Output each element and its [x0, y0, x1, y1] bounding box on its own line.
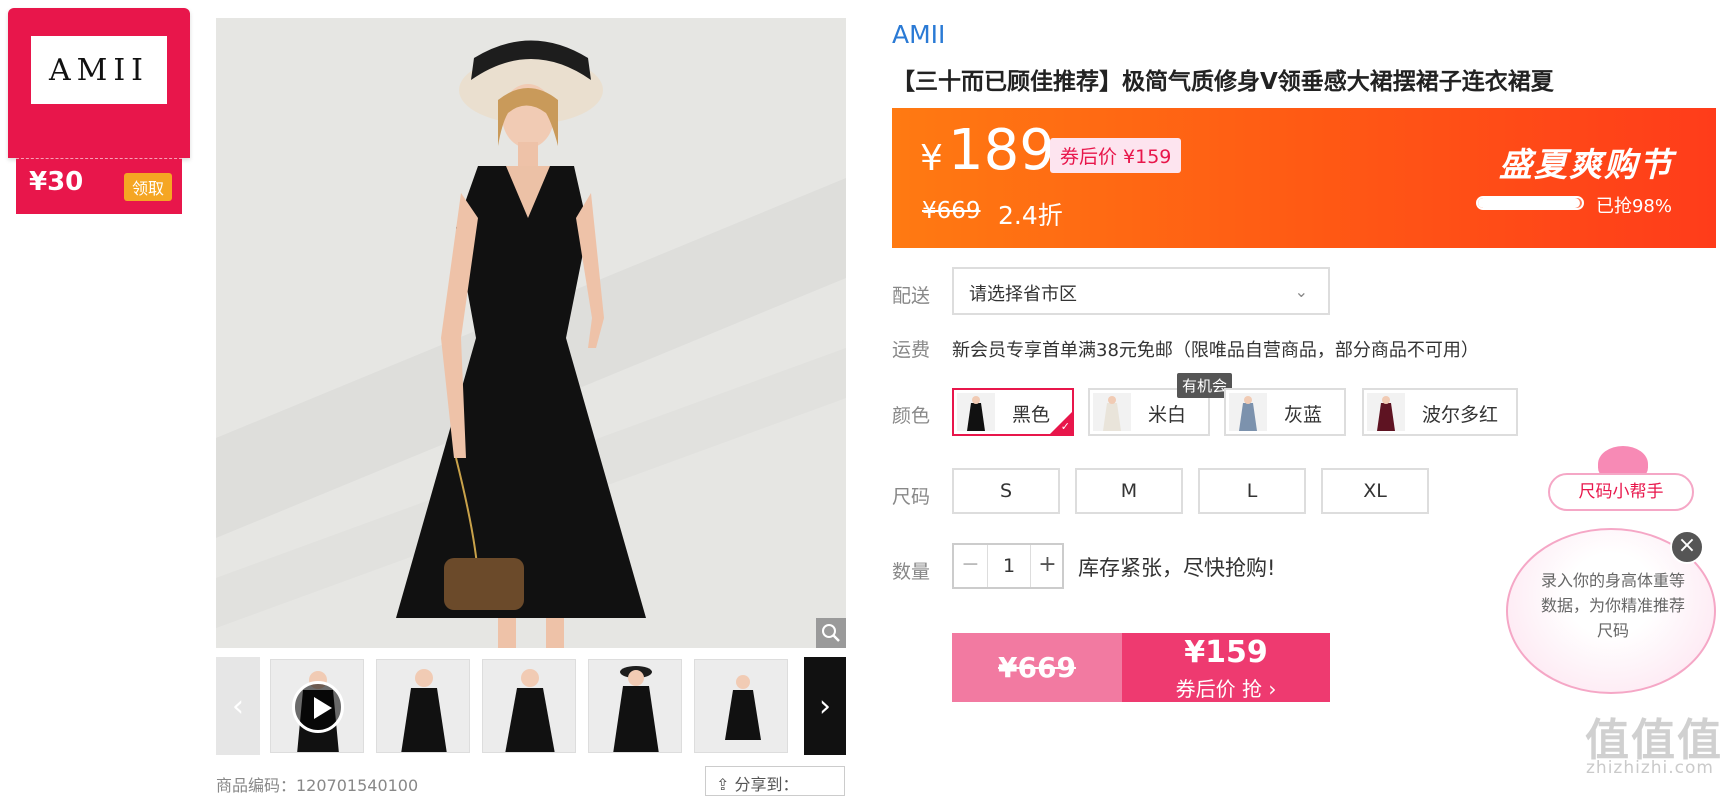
share-icon: ⇪	[716, 775, 735, 794]
color-swatch	[957, 393, 995, 431]
magnifier-icon[interactable]	[816, 618, 846, 648]
thumbnail-image[interactable]	[588, 659, 682, 753]
color-option-grey-blue[interactable]: 灰蓝	[1224, 388, 1346, 436]
original-price: ¥669	[922, 198, 981, 224]
buy-button[interactable]: ¥669 ¥159 券后价 抢 ›	[952, 633, 1330, 702]
size-option-s[interactable]: S	[952, 468, 1060, 514]
color-option-bordeaux[interactable]: 波尔多红	[1362, 388, 1518, 436]
current-price: 189	[948, 118, 1055, 183]
thumbnail-image[interactable]	[482, 659, 576, 753]
buy-action-label: 券后价 抢 ›	[1175, 677, 1277, 701]
size-option-m[interactable]: M	[1075, 468, 1183, 514]
size-helper-widget[interactable]: 尺码小帮手 录入你的身高体重等数据，为你精准推荐尺码	[1500, 440, 1730, 700]
close-icon[interactable]: ×	[1670, 530, 1704, 564]
size-option-l[interactable]: L	[1198, 468, 1306, 514]
sold-percent-label: 已抢98%	[1595, 196, 1672, 217]
coupon-footer: ¥30 领取	[16, 158, 182, 214]
quantity-label: 数量	[892, 561, 931, 583]
chevron-right-icon[interactable]: ›	[804, 657, 846, 755]
color-name: 米白	[1148, 404, 1187, 426]
quantity-stepper: − 1 +	[952, 543, 1064, 589]
check-icon: ✓	[1060, 420, 1070, 433]
region-select-placeholder: 请选择省市区	[969, 284, 1077, 305]
brand-link[interactable]: AMII	[892, 20, 945, 49]
thumbnail-video[interactable]	[270, 659, 364, 753]
thumbnail-strip: ‹ ›	[216, 657, 846, 755]
delivery-label: 配送	[892, 285, 931, 307]
color-swatch	[1093, 393, 1131, 431]
price-banner: ¥ 189 券后价 ¥159 ¥669 2.4折 盛夏爽购节 已抢98%	[892, 108, 1716, 248]
share-button[interactable]: ⇪ 分享到：	[705, 766, 845, 796]
buy-coupon-price: ¥159	[1184, 635, 1268, 670]
buy-original-price: ¥669	[952, 633, 1122, 702]
product-code: 商品编码：120701540100	[216, 776, 419, 795]
color-name: 黑色	[1012, 404, 1051, 426]
color-label: 颜色	[892, 405, 931, 427]
color-option-black[interactable]: 黑色 ✓	[952, 388, 1074, 436]
sold-progress-bar	[1476, 196, 1584, 210]
coupon-header: AMII	[8, 8, 190, 158]
thumbnail-image[interactable]	[694, 659, 788, 753]
after-coupon-price: 券后价 ¥159	[1050, 138, 1182, 173]
chevron-down-icon: ⌄	[1294, 282, 1308, 301]
shipping-text: 新会员专享首单满38元免邮（限唯品自营商品，部分商品不可用）	[952, 340, 1479, 361]
sold-progress-fill	[1478, 198, 1580, 208]
color-swatch	[1367, 393, 1405, 431]
color-swatch	[1229, 393, 1267, 431]
shipping-label: 运费	[892, 339, 931, 361]
brand-logo: AMII	[31, 36, 167, 104]
color-name: 灰蓝	[1284, 404, 1323, 426]
size-helper-title[interactable]: 尺码小帮手	[1548, 473, 1694, 511]
coupon-amount: ¥30	[29, 167, 84, 197]
claim-coupon-button[interactable]: 领取	[124, 173, 173, 201]
increase-quantity-button[interactable]: +	[1030, 545, 1064, 587]
product-photo	[216, 18, 846, 648]
buy-coupon-action[interactable]: ¥159 券后价 抢 ›	[1122, 633, 1330, 702]
watermark-url: zhizhizhi.com	[1586, 758, 1714, 778]
festival-title: 盛夏爽购节	[1499, 145, 1674, 184]
size-option-xl[interactable]: XL	[1321, 468, 1429, 514]
thumbnail-image[interactable]	[376, 659, 470, 753]
stock-note: 库存紧张，尽快抢购!	[1078, 556, 1276, 580]
play-icon[interactable]	[292, 681, 344, 733]
price-currency: ¥	[920, 138, 943, 179]
product-main-image[interactable]	[216, 18, 846, 648]
product-title: 【三十而已顾佳推荐】极简气质修身V领垂感大裙摆裙子连衣裙夏	[892, 69, 1554, 95]
size-label: 尺码	[892, 486, 931, 508]
shop-coupon-card[interactable]: AMII ¥30 领取	[8, 8, 190, 214]
decrease-quantity-button[interactable]: −	[954, 545, 988, 587]
quantity-input[interactable]: 1	[988, 545, 1030, 587]
share-label: 分享到：	[734, 775, 799, 794]
size-helper-text: 录入你的身高体重等数据，为你精准推荐尺码	[1540, 571, 1685, 640]
discount-rate: 2.4折	[998, 201, 1063, 230]
chevron-left-icon[interactable]: ‹	[216, 657, 260, 755]
region-select[interactable]: 请选择省市区 ⌄	[952, 267, 1330, 315]
color-name: 波尔多红	[1422, 404, 1499, 426]
